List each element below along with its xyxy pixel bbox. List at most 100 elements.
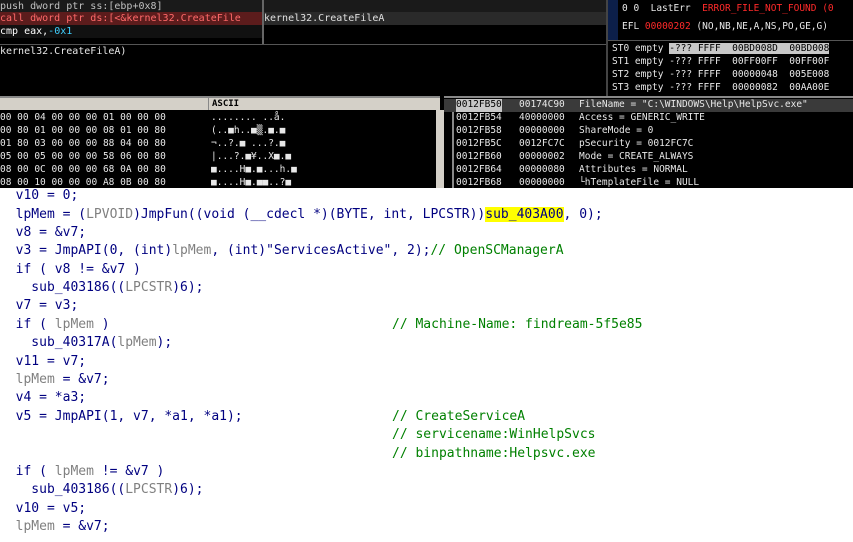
stack-address: 0012FB68	[456, 177, 502, 188]
code-text: v3 = JmpAPI(0, (int)	[0, 243, 173, 258]
code-line[interactable]: v4 = *a3;	[0, 388, 86, 407]
code-text: , 0);	[563, 207, 603, 222]
function-reference[interactable]: sub_403186((	[0, 482, 125, 497]
stack-row[interactable]: 0012FB54 40000000 Access = GENERIC_WRITE	[444, 112, 853, 125]
disasm-line-selected[interactable]: call dword ptr ds:[<&kernel32.CreateFile	[0, 12, 262, 25]
stack-row[interactable]: 0012FB64 00000080 Attributes = NORMAL	[444, 164, 853, 177]
code-text: = &v7;	[54, 519, 110, 534]
code-variable[interactable]: lpMem	[117, 335, 156, 350]
code-line[interactable]: lpMem = (LPVOID)JmpFun((void (__cdecl *)…	[0, 205, 603, 224]
register-value[interactable]: -??? FFFF 00BD008D 00BD008	[669, 43, 830, 54]
stack-row-selected[interactable]: 0012FB50 00174C90 FileName = "C:\WINDOWS\H…	[444, 99, 853, 112]
register-label: ST0 empty	[612, 43, 664, 54]
fpu-register-st3[interactable]: ST3 empty -??? FFFF 00000082 00AA00E	[612, 82, 829, 94]
dump-hex-row[interactable]: 08 00 0C 00 00 00 68 0A 00 80	[0, 164, 206, 177]
code-line[interactable]: sub_403186((LPCSTR)6);	[0, 278, 204, 297]
stack-comment: ShareMode = 0	[579, 125, 654, 136]
code-line[interactable]: v3 = JmpAPI(0, (int)lpMem, (int)"Service…	[0, 241, 564, 260]
lasterr-register: 0 0 LastErr ERROR_FILE_NOT_FOUND (0	[622, 3, 834, 15]
stack-comment: Mode = CREATE_ALWAYS	[579, 151, 694, 162]
code-type: LPCSTR	[125, 280, 173, 295]
memory-dump-pane[interactable]: ASCII 00 00 04 00 00 00 01 00 00 00 ....…	[0, 96, 444, 188]
stack-value: 00174C90	[519, 99, 565, 110]
column-divider[interactable]	[262, 0, 264, 44]
code-line[interactable]: v7 = v3;	[0, 296, 79, 315]
dump-hex-row[interactable]: 01 80 03 00 00 00 88 04 00 80	[0, 138, 206, 151]
code-comment: // CreateServiceA	[392, 409, 526, 424]
code-text: );	[156, 335, 173, 350]
code-line[interactable]: v10 = v5;	[0, 499, 86, 518]
code-line[interactable]: v5 = JmpAPI(1, v7, *a1, *a1);	[0, 407, 243, 426]
dump-scrollbar[interactable]	[436, 110, 444, 188]
dump-hex-row[interactable]: 00 80 01 00 00 00 08 01 00 80	[0, 125, 206, 138]
code-line[interactable]: sub_40317A(lpMem);	[0, 333, 172, 352]
register-flags: (NO,NB,NE,A,NS,PO,GE,G)	[696, 21, 828, 32]
register-value[interactable]: ERROR_FILE_NOT_FOUND (0	[702, 3, 834, 14]
ascii-column-title[interactable]: ASCII	[208, 98, 306, 110]
debugger-view: push dword ptr ss:[ebp+0x8] call dword p…	[0, 0, 853, 188]
code-type: LPVOID	[86, 207, 134, 222]
stack-value: 00000000	[519, 177, 565, 188]
register-label: EFL	[622, 21, 640, 32]
code-text: if (	[0, 317, 55, 332]
code-text: )6);	[172, 280, 204, 295]
code-line[interactable]: lpMem = &v7;	[0, 370, 110, 389]
dump-ascii-row[interactable]: ........ ..å.	[211, 112, 301, 125]
stack-value: 00000002	[519, 151, 565, 162]
code-line[interactable]: sub_403186((LPCSTR)6);	[0, 480, 203, 499]
disassembly-pane[interactable]: push dword ptr ss:[ebp+0x8] call dword p…	[0, 0, 608, 97]
dump-hex-row[interactable]: 00 00 04 00 00 00 01 00 00 00	[0, 112, 206, 125]
code-line[interactable]: v10 = 0;	[0, 186, 79, 205]
code-variable[interactable]: lpMem	[172, 243, 211, 258]
code-line[interactable]: if ( v8 != &v7 )	[0, 260, 141, 279]
stack-comment: └hTemplateFile = NULL	[579, 177, 700, 188]
registers-pane[interactable]: 0 0 LastErr ERROR_FILE_NOT_FOUND (0 EFL …	[608, 0, 853, 96]
stack-address: 0012FB54	[456, 112, 502, 123]
code-variable[interactable]: lpMem	[55, 317, 94, 332]
info-pane: kernel32.CreateFileA)	[0, 44, 606, 97]
fpu-register-st0[interactable]: ST0 empty -??? FFFF 00BD008D 00BD008	[612, 43, 830, 55]
dump-header: ASCII	[0, 98, 440, 110]
stack-address: 0012FB64	[456, 164, 502, 175]
registers-scrollbar[interactable]	[608, 0, 618, 40]
disasm-line[interactable]: cmp eax,-0x1	[0, 25, 262, 38]
code-text: != &v7 )	[93, 464, 165, 479]
code-line[interactable]: v11 = v7;	[0, 352, 86, 371]
code-line[interactable]: if ( lpMem != &v7 )	[0, 462, 165, 481]
function-reference-highlighted[interactable]: sub_403A00	[485, 207, 564, 222]
function-reference[interactable]: sub_403186((	[0, 280, 125, 295]
code-line[interactable]: if ( lpMem )	[0, 315, 110, 334]
stack-row[interactable]: 0012FB68 00000000 └hTemplateFile = NULL	[444, 177, 853, 188]
dump-ascii-row[interactable]: ■....H■.■■..?■	[211, 177, 301, 188]
stack-row[interactable]: 0012FB5C 0012FC7C pSecurity = 0012FC7C	[444, 138, 853, 151]
stack-comment: pSecurity = 0012FC7C	[579, 138, 694, 149]
code-line[interactable]: v8 = &v7;	[0, 223, 86, 242]
dump-ascii-row[interactable]: ■....H■.■...h.■	[211, 164, 301, 177]
code-variable[interactable]: lpMem	[16, 519, 55, 534]
stack-row[interactable]: 0012FB58 00000000 ShareMode = 0	[444, 125, 853, 138]
fpu-register-st2[interactable]: ST2 empty -??? FFFF 00000048 005E008	[612, 69, 829, 81]
code-text: if (	[0, 464, 55, 479]
stack-comment: FileName = "C:\WINDOWS\Help\HelpSvc.exe"	[579, 99, 808, 110]
stack-row[interactable]: 0012FB60 00000002 Mode = CREATE_ALWAYS	[444, 151, 853, 164]
disasm-call-target[interactable]: kernel32.CreateFileA	[264, 12, 606, 25]
fpu-register-st1[interactable]: ST1 empty -??? FFFF 00FF00FF 00FF00F	[612, 56, 829, 68]
code-variable[interactable]: lpMem	[16, 372, 55, 387]
register-label: 0 0 LastErr	[622, 3, 691, 14]
code-text: )	[93, 317, 110, 332]
code-comment: // servicename:WinHelpSvcs	[392, 427, 596, 442]
code-text: , (int)"ServicesActive", 2);	[211, 243, 431, 258]
dump-hex-row[interactable]: 05 00 05 00 00 00 58 06 00 80	[0, 151, 206, 164]
function-reference[interactable]: sub_40317A(	[0, 335, 117, 350]
pseudocode-view[interactable]: v10 = 0; lpMem = (LPVOID)JmpFun((void (_…	[0, 188, 853, 542]
dump-ascii-row[interactable]: (..■h..■▒.■.■	[211, 125, 301, 138]
dump-ascii-row[interactable]: ¬..?.■ ...?.■	[211, 138, 301, 151]
stack-comment: Access = GENERIC_WRITE	[579, 112, 705, 123]
code-variable[interactable]: lpMem	[55, 464, 94, 479]
stack-comment: Attributes = NORMAL	[579, 164, 688, 175]
dump-ascii-row[interactable]: |...?.■¥..X■.■	[211, 151, 301, 164]
register-value[interactable]: 00000202	[645, 21, 691, 32]
stack-pane[interactable]: 0012FB50 00174C90 FileName = "C:\WINDOWS\H…	[444, 96, 853, 188]
